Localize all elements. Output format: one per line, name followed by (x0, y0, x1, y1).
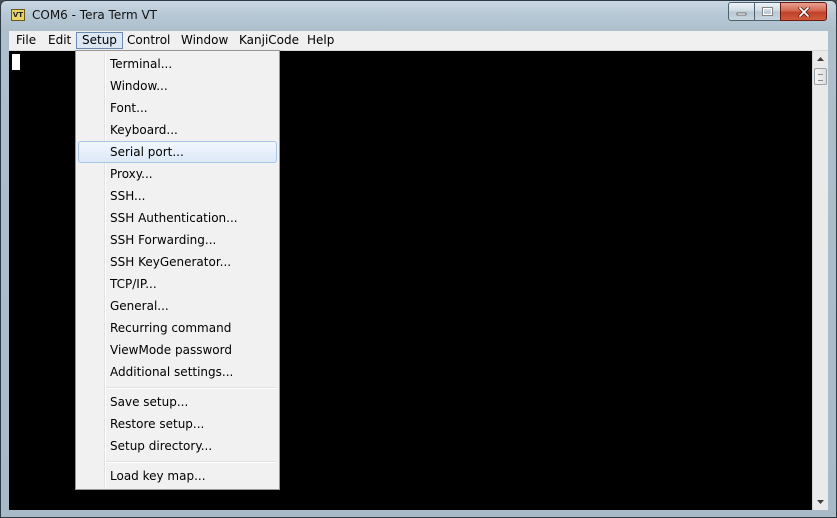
menu-item-save-setup[interactable]: Save setup... (78, 391, 277, 413)
menu-item-load-key-map[interactable]: Load key map... (78, 465, 277, 487)
menu-item-viewmode-password[interactable]: ViewMode password (78, 339, 277, 361)
title-bar[interactable]: VT COM6 - Tera Term VT (1, 1, 836, 30)
menu-file[interactable]: File (11, 32, 41, 49)
window-title: COM6 - Tera Term VT (32, 8, 157, 22)
menu-window[interactable]: Window (176, 32, 233, 49)
scrollbar-thumb[interactable] (814, 68, 827, 85)
menu-setup[interactable]: Setup (76, 32, 123, 49)
close-button[interactable] (780, 2, 827, 21)
arrow-up-icon (817, 57, 824, 61)
menu-item-tcpip[interactable]: TCP/IP... (78, 273, 277, 295)
menu-item-keyboard[interactable]: Keyboard... (78, 119, 277, 141)
menu-item-proxy[interactable]: Proxy... (78, 163, 277, 185)
minimize-icon (736, 12, 747, 15)
menu-item-font[interactable]: Font... (78, 97, 277, 119)
menu-separator (106, 461, 276, 463)
maximize-button[interactable] (754, 2, 781, 21)
menu-item-ssh-authentication[interactable]: SSH Authentication... (78, 207, 277, 229)
menu-item-restore-setup[interactable]: Restore setup... (78, 413, 277, 435)
menu-help[interactable]: Help (302, 32, 339, 49)
vertical-scrollbar[interactable] (812, 51, 828, 510)
menu-control[interactable]: Control (122, 32, 175, 49)
menu-item-recurring-command[interactable]: Recurring command (78, 317, 277, 339)
menu-item-ssh-forwarding[interactable]: SSH Forwarding... (78, 229, 277, 251)
menu-item-setup-directory[interactable]: Setup directory... (78, 435, 277, 457)
menu-item-ssh[interactable]: SSH... (78, 185, 277, 207)
menu-item-additional-settings[interactable]: Additional settings... (78, 361, 277, 383)
setup-menu-dropdown: Terminal... Window... Font... Keyboard..… (75, 50, 280, 490)
menu-bar: File Edit Setup Control Window KanjiCode… (9, 31, 828, 51)
scroll-down-button[interactable] (813, 494, 828, 510)
maximize-icon (762, 7, 773, 16)
menu-kanjicode[interactable]: KanjiCode (234, 32, 304, 49)
menu-item-terminal[interactable]: Terminal... (78, 53, 277, 75)
menu-item-ssh-keygenerator[interactable]: SSH KeyGenerator... (78, 251, 277, 273)
menu-item-window[interactable]: Window... (78, 75, 277, 97)
menu-edit[interactable]: Edit (43, 32, 76, 49)
menu-separator (106, 387, 276, 389)
scroll-up-button[interactable] (813, 51, 828, 67)
app-window: VT COM6 - Tera Term VT File Edit Setup C… (0, 0, 837, 518)
minimize-button[interactable] (728, 2, 755, 21)
tera-term-icon[interactable]: VT (11, 9, 25, 21)
close-icon (797, 6, 810, 17)
terminal-cursor (12, 54, 20, 70)
arrow-down-icon (817, 500, 824, 504)
menu-item-general[interactable]: General... (78, 295, 277, 317)
menu-item-serial-port[interactable]: Serial port... (78, 141, 277, 163)
